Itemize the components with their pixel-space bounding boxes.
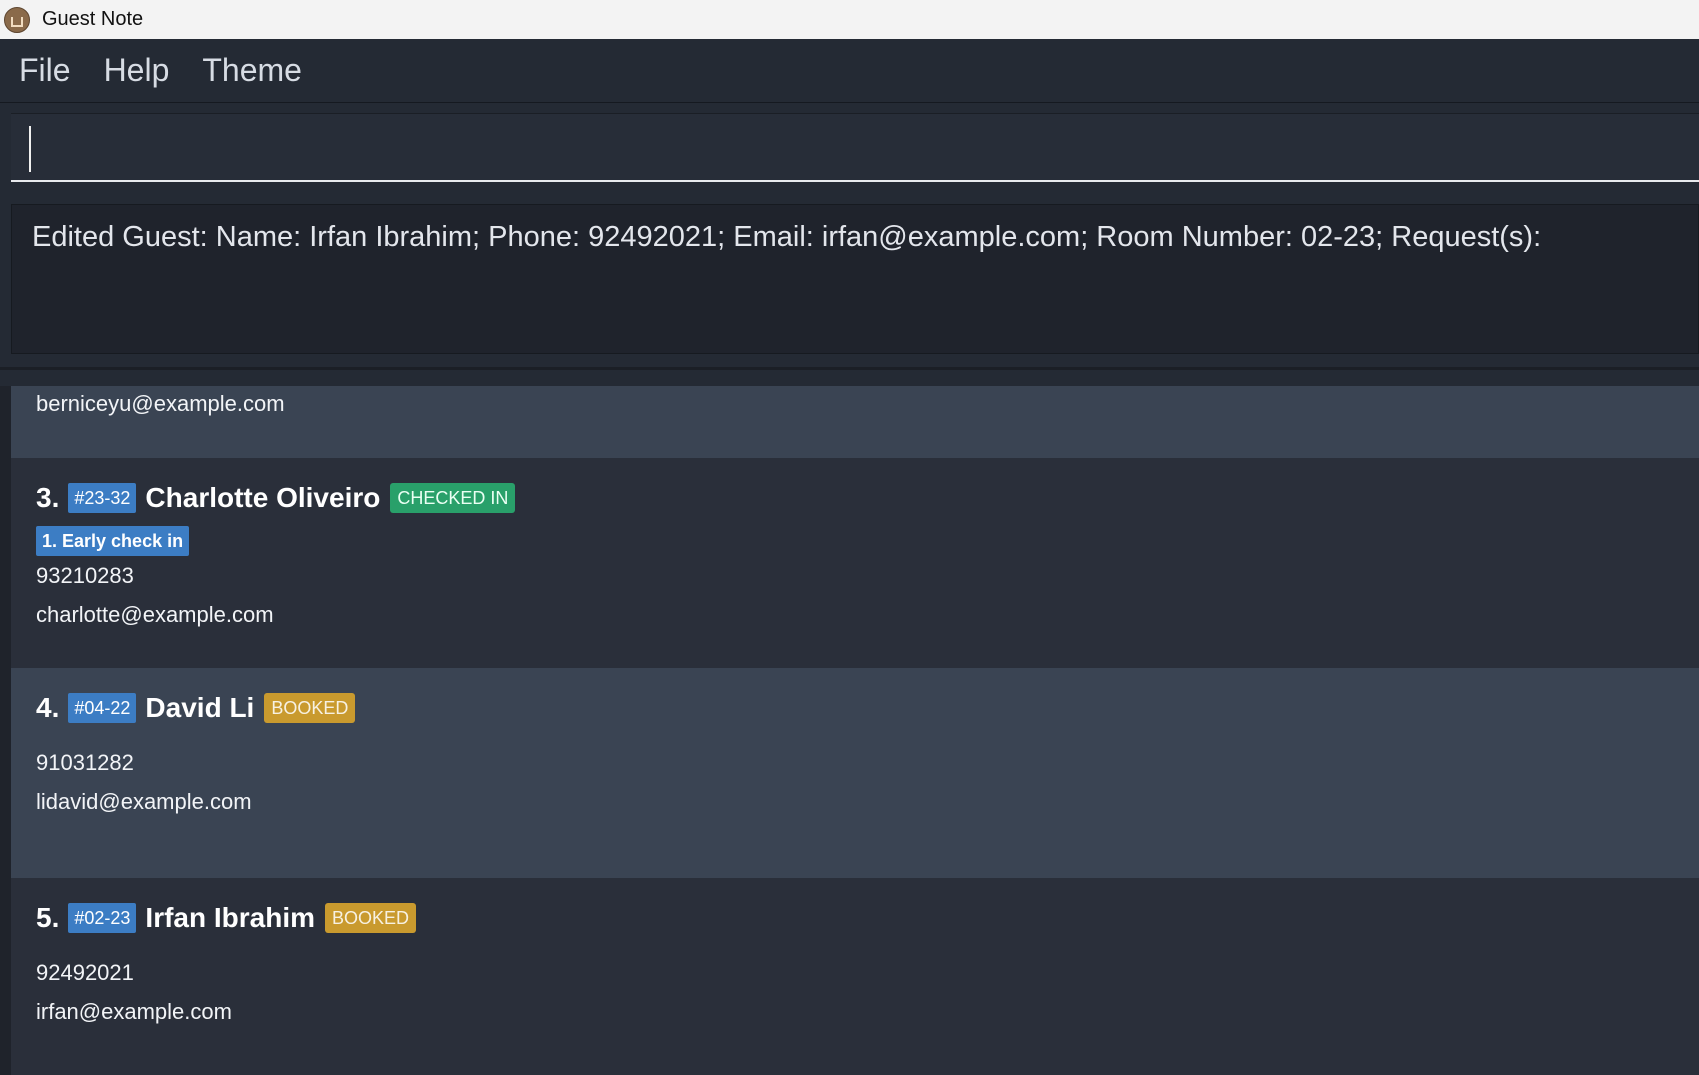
- status-badge: BOOKED: [325, 903, 417, 933]
- room-tag: #02-23: [68, 903, 137, 933]
- request-tag: 1. Early check in: [36, 526, 190, 556]
- app-home-icon: [4, 6, 30, 33]
- guest-card-header: 3. #23-32 Charlotte Oliveiro CHECKED IN: [36, 478, 1699, 518]
- guest-card-header: 4. #04-22 David Li BOOKED: [36, 688, 1699, 728]
- command-input[interactable]: [11, 113, 1699, 182]
- menu-help[interactable]: Help: [104, 52, 170, 89]
- title-bar: Guest Note: [0, 0, 1699, 39]
- guest-list[interactable]: berniceyu@example.com 3. #23-32 Charlott…: [11, 386, 1699, 1075]
- guest-phone: 91031282: [36, 750, 134, 775]
- guest-card-header: 5. #02-23 Irfan Ibrahim BOOKED: [36, 898, 1699, 938]
- result-text: Edited Guest: Name: Irfan Ibrahim; Phone…: [32, 221, 1542, 253]
- guest-email: charlotte@example.com: [36, 602, 274, 627]
- result-display: Edited Guest: Name: Irfan Ibrahim; Phone…: [11, 204, 1699, 354]
- panel-divider: [0, 367, 1699, 386]
- guest-card[interactable]: 3. #23-32 Charlotte Oliveiro CHECKED IN …: [11, 458, 1699, 668]
- window-title: Guest Note: [42, 8, 144, 30]
- text-caret: [29, 126, 31, 172]
- guest-name: David Li: [145, 692, 255, 723]
- status-badge: CHECKED IN: [390, 483, 516, 513]
- result-area: Edited Guest: Name: Irfan Ibrahim; Phone…: [0, 195, 1699, 367]
- guest-phone: 92492021: [36, 960, 134, 985]
- guest-name: Charlotte Oliveiro: [145, 482, 381, 513]
- guest-index: 4.: [36, 692, 60, 723]
- guest-card-partial[interactable]: berniceyu@example.com: [11, 386, 1699, 458]
- menu-theme[interactable]: Theme: [202, 52, 302, 89]
- menu-file[interactable]: File: [19, 52, 71, 89]
- guest-email: irfan@example.com: [36, 999, 232, 1024]
- status-badge: BOOKED: [264, 693, 356, 723]
- guest-card[interactable]: 4. #04-22 David Li BOOKED 91031282 lidav…: [11, 668, 1699, 878]
- guest-phone: 93210283: [36, 563, 134, 588]
- command-area: [0, 103, 1699, 195]
- menu-bar: File Help Theme: [0, 39, 1699, 103]
- guest-email: lidavid@example.com: [36, 789, 252, 814]
- guest-email: berniceyu@example.com: [36, 391, 285, 416]
- guest-index: 5.: [36, 902, 60, 933]
- guest-card[interactable]: 5. #02-23 Irfan Ibrahim BOOKED 92492021 …: [11, 878, 1699, 1075]
- guest-index: 3.: [36, 482, 60, 513]
- room-tag: #04-22: [68, 693, 137, 723]
- guest-name: Irfan Ibrahim: [145, 902, 316, 933]
- room-tag: #23-32: [68, 483, 137, 513]
- request-list: 1. Early check in: [36, 526, 1699, 556]
